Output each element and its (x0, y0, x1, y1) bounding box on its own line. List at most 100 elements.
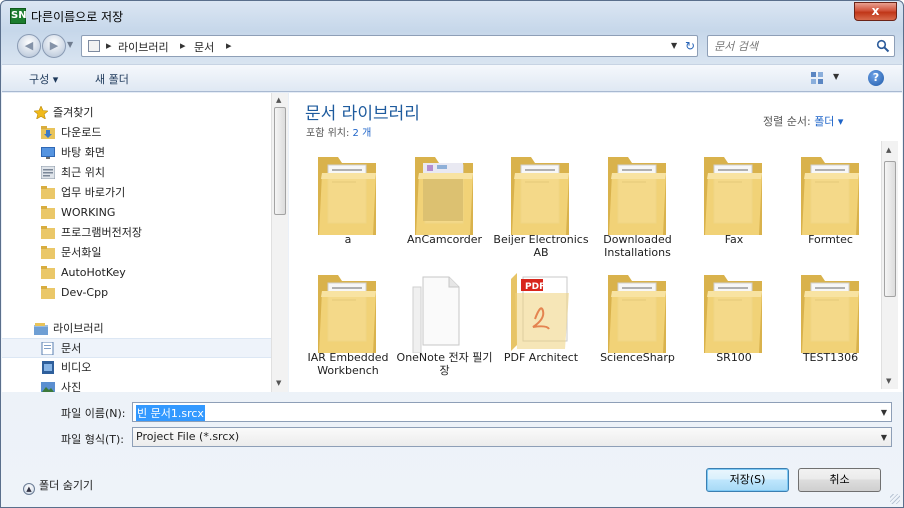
save-button[interactable]: 저장(S) (706, 468, 789, 492)
library-title: 문서 라이브러리 (305, 104, 420, 124)
nav-item-working[interactable]: WORKING (2, 203, 272, 223)
file-name-label: TEST1306 (802, 351, 859, 364)
file-tile[interactable]: IAR Embedded Workbench (300, 263, 396, 381)
file-tile[interactable]: SR100 (686, 263, 782, 381)
nav-pane-scrollbar[interactable]: ▲ ▼ (271, 93, 288, 392)
breadcrumb-separator-icon[interactable]: ▸ (226, 39, 232, 52)
nav-item-program-versions[interactable]: 프로그램버전저장 (2, 223, 272, 243)
breadcrumb-library[interactable]: 라이브러리 (118, 39, 169, 55)
new-folder-button[interactable]: 새 폴더 (95, 71, 129, 87)
nav-item-favorites[interactable]: 즐겨찾기 (2, 103, 272, 123)
close-button[interactable]: x (854, 2, 897, 21)
hide-folders-label: 폴더 숨기기 (39, 479, 94, 492)
filename-history-dropdown[interactable]: ▼ (881, 408, 887, 417)
nav-item-label: 라이브러리 (53, 322, 104, 335)
filename-field[interactable]: 빈 문서1.srcx ▼ (132, 402, 892, 422)
file-tile[interactable]: Beijer Electronics AB (493, 145, 589, 263)
nav-item-desktop[interactable]: 바탕 화면 (2, 143, 272, 163)
file-tile[interactable]: OneNote 전자 필기장 (397, 263, 493, 381)
recent-pages-dropdown[interactable]: ▼ (67, 40, 73, 49)
file-tile[interactable]: a (300, 145, 396, 263)
hide-folders-button[interactable]: ▲ 폴더 숨기기 (23, 477, 93, 495)
nav-item-work-shortcuts[interactable]: 업무 바로가기 (2, 183, 272, 203)
file-list-scrollbar[interactable]: ▲ ▼ (881, 141, 898, 389)
navigation-pane: 즐겨찾기 다운로드 바탕 화면 최근 위치 업무 바로가기 WORKING 프로… (2, 93, 288, 392)
pictures-icon (41, 382, 55, 392)
file-name-label: OneNote 전자 필기장 (396, 351, 493, 377)
folder-icon (602, 151, 674, 235)
file-tile[interactable]: AnCamcorder (397, 145, 493, 263)
file-list-pane: 문서 라이브러리 포함 위치: 2 개 정렬 순서: 폴더 ▾ a AnCamco… (289, 93, 902, 392)
nav-item-recent-places[interactable]: 최근 위치 (2, 163, 272, 183)
nav-item-label: 프로그램버전저장 (61, 226, 142, 239)
nav-item-label: 바탕 화면 (61, 146, 105, 159)
view-options-dropdown[interactable]: ▼ (833, 72, 839, 81)
nav-item-videos[interactable]: 비디오 (2, 358, 272, 378)
nav-item-dev-cpp[interactable]: Dev-Cpp (2, 283, 272, 303)
nav-item-label: AutoHotKey (61, 266, 126, 279)
scroll-up-arrow-icon[interactable]: ▲ (276, 96, 281, 104)
filename-value[interactable]: 빈 문서1.srcx (136, 405, 205, 421)
scroll-up-arrow-icon[interactable]: ▲ (886, 146, 891, 154)
file-name-label: a (344, 233, 352, 246)
file-tile[interactable]: Formtec (783, 145, 879, 263)
nav-item-label: 비디오 (61, 361, 92, 374)
file-tile[interactable]: PDF PDF Architect (493, 263, 589, 381)
file-name-label: ScienceSharp (600, 351, 675, 364)
file-tile[interactable]: ScienceSharp (590, 263, 686, 381)
folder-icon (698, 269, 770, 353)
organize-button[interactable]: 구성 ▾ (29, 71, 58, 87)
folder-icon (312, 151, 384, 235)
scroll-down-arrow-icon[interactable]: ▼ (276, 379, 281, 387)
file-tile[interactable]: Downloaded Installations (590, 145, 686, 263)
file-tile[interactable]: TEST1306 (783, 263, 879, 381)
command-bar: 구성 ▾ 새 폴더 ▼ ? (2, 64, 902, 92)
file-tile[interactable]: Fax (686, 145, 782, 263)
folder-icon (41, 186, 55, 199)
filetype-label: 파일 형식(T): (61, 433, 124, 446)
scrollbar-thumb[interactable] (884, 161, 896, 297)
nav-item-libraries[interactable]: 라이브러리 (2, 319, 272, 339)
folder-icon (795, 151, 867, 235)
filetype-select[interactable]: Project File (*.srcx) ▼ (132, 427, 892, 447)
recent-places-icon (41, 166, 55, 179)
nav-item-documents[interactable]: 문서 (2, 338, 272, 358)
breadcrumb-separator-icon[interactable]: ▸ (106, 39, 112, 52)
refresh-button[interactable]: ↻ (679, 36, 701, 56)
help-icon[interactable]: ? (868, 70, 884, 86)
breadcrumb-documents[interactable]: 문서 (194, 39, 214, 55)
cancel-button[interactable]: 취소 (798, 468, 881, 492)
nav-item-autohotkey[interactable]: AutoHotKey (2, 263, 272, 283)
star-icon (34, 106, 48, 119)
address-dropdown-button[interactable]: ▼ (671, 41, 677, 50)
scroll-down-arrow-icon[interactable]: ▼ (886, 377, 891, 385)
search-icon[interactable] (876, 39, 890, 53)
location-icon (88, 40, 100, 52)
sort-dropdown[interactable]: 폴더 ▾ (814, 115, 843, 128)
title-bar[interactable]: SN 다른이름으로 저장 x (1, 1, 903, 29)
folder-icon (41, 226, 55, 239)
nav-item-label: 최근 위치 (61, 166, 105, 179)
file-name-label: Beijer Electronics AB (493, 233, 589, 259)
filetype-dropdown[interactable]: ▼ (881, 433, 887, 442)
resize-grip[interactable] (890, 494, 900, 504)
change-view-icon[interactable] (810, 71, 824, 85)
back-button[interactable]: ◀ (17, 34, 41, 58)
nav-item-label: 문서화일 (61, 246, 102, 259)
scrollbar-thumb[interactable] (274, 107, 286, 215)
nav-item-document-files[interactable]: 문서화일 (2, 243, 272, 263)
search-box[interactable] (707, 35, 895, 57)
window-title: 다른이름으로 저장 (31, 10, 124, 24)
address-bar[interactable]: ▸ 라이브러리 ▸ 문서 ▸ (81, 35, 698, 57)
nav-item-pictures[interactable]: 사진 (2, 378, 272, 392)
breadcrumb-separator-icon[interactable]: ▸ (180, 39, 186, 52)
includes-locations-link[interactable]: 2 개 (353, 128, 372, 139)
documents-icon (41, 342, 54, 355)
nav-item-label: 즐겨찾기 (53, 106, 94, 119)
search-input[interactable] (714, 39, 869, 54)
forward-button[interactable]: ▶ (42, 34, 66, 58)
file-name-label: Downloaded Installations (603, 233, 672, 259)
nav-item-downloads[interactable]: 다운로드 (2, 123, 272, 143)
sort-label: 정렬 순서: (763, 115, 811, 128)
desktop-icon (41, 147, 55, 159)
